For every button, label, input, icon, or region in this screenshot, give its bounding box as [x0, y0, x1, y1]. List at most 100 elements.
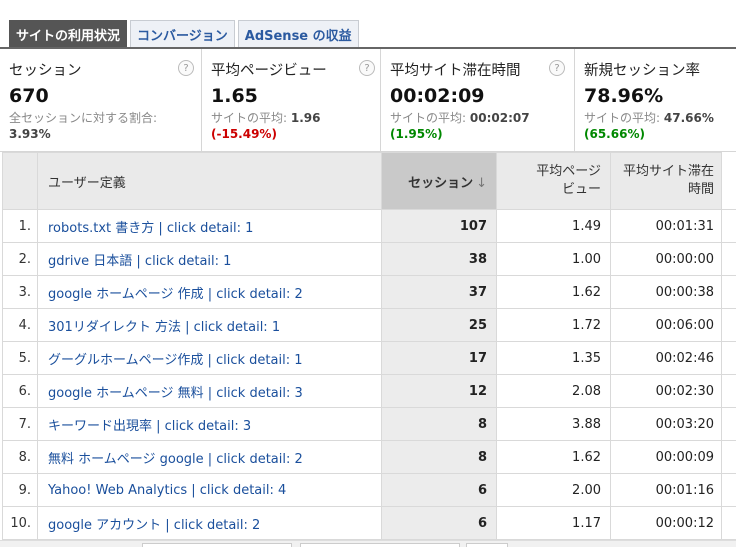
extra-cell	[721, 473, 736, 507]
row-number: 9.	[2, 473, 38, 507]
scorecard-value: 00:02:09	[390, 85, 485, 107]
scorecard-sub: サイトの平均: 47.66%	[584, 111, 714, 125]
rows-per-page-select[interactable]	[300, 543, 460, 547]
row-number: 8.	[2, 440, 38, 474]
row-number: 4.	[2, 308, 38, 342]
pageviews-cell: 3.88	[496, 407, 611, 441]
extra-cell	[721, 308, 736, 342]
table-row: 7. キーワード出現率 | click detail: 3 8 3.88 00:03:2…	[2, 407, 736, 441]
dimension-link[interactable]: gdrive 日本語 | click detail: 1	[48, 254, 231, 269]
scorecard-sub: サイトの平均: 1.96	[211, 111, 321, 125]
row-number-header	[2, 152, 38, 210]
sessions-cell: 12	[381, 374, 497, 408]
tab-adsense-revenue[interactable]: AdSense の収益	[237, 20, 359, 48]
dimension-link[interactable]: 無料 ホームページ google | click detail: 2	[48, 452, 303, 467]
pagination-control[interactable]	[142, 543, 292, 547]
dimension-link[interactable]: google アカウント | click detail: 2	[48, 518, 260, 533]
duration-cell: 00:00:09	[610, 440, 722, 474]
scorecard-sub: サイトの平均: 00:02:07	[390, 111, 530, 125]
dimension-cell: Yahoo! Web Analytics | click detail: 4	[37, 473, 382, 507]
dimension-cell: robots.txt 書き方 | click detail: 1	[37, 209, 382, 243]
dimension-link[interactable]: google ホームページ 作成 | click detail: 2	[48, 287, 303, 302]
scorecard-pct: (1.95%)	[390, 127, 443, 141]
sessions-cell: 6	[381, 506, 497, 540]
scorecard-sessions: セッション 670 全セッションに対する割合: 3.93% ?	[0, 49, 202, 152]
scorecard-pct: 3.93%	[9, 127, 51, 141]
row-number: 5.	[2, 341, 38, 375]
help-icon[interactable]: ?	[359, 60, 375, 76]
duration-cell: 00:00:38	[610, 275, 722, 309]
pageviews-cell: 1.35	[496, 341, 611, 375]
duration-cell: 00:00:12	[610, 506, 722, 540]
duration-cell: 00:01:16	[610, 473, 722, 507]
tab-site-usage[interactable]: サイトの利用状況	[9, 20, 128, 48]
table-row: 10. google アカウント | click detail: 2 6 1.17 00…	[2, 506, 736, 540]
duration-cell: 00:06:00	[610, 308, 722, 342]
row-number: 3.	[2, 275, 38, 309]
pageviews-cell: 2.00	[496, 473, 611, 507]
scorecard-label: 新規セッション率	[584, 63, 700, 79]
table-row: 8. 無料 ホームページ google | click detail: 2 8 1.6…	[2, 440, 736, 474]
sessions-cell: 6	[381, 473, 497, 507]
scorecard-row: セッション 670 全セッションに対する割合: 3.93% ? 平均ページビュー…	[0, 49, 736, 152]
dimension-link[interactable]: google ホームページ 無料 | click detail: 3	[48, 386, 303, 401]
extra-column-header	[721, 152, 736, 210]
pageviews-cell: 1.62	[496, 440, 611, 474]
duration-cell: 00:03:20	[610, 407, 722, 441]
table-row: 2. gdrive 日本語 | click detail: 1 38 1.00 00:0…	[2, 242, 736, 276]
tab-conversions[interactable]: コンバージョン	[130, 20, 235, 48]
scorecard-value: 670	[9, 85, 49, 107]
sessions-cell: 38	[381, 242, 497, 276]
pageviews-cell: 1.49	[496, 209, 611, 243]
dimension-link[interactable]: キーワード出現率 | click detail: 3	[48, 419, 251, 434]
go-to-page-input[interactable]	[466, 543, 508, 547]
dimension-cell: google アカウント | click detail: 2	[37, 506, 382, 540]
row-number: 1.	[2, 209, 38, 243]
scorecard-label: 平均サイト滞在時間	[390, 63, 521, 79]
custom-variable-table: ユーザー定義 セッション ↓ 平均ページ ビュー 平均サイト滞在 時間 1. rob…	[2, 152, 736, 540]
row-number: 2.	[2, 242, 38, 276]
sessions-header[interactable]: セッション ↓	[381, 152, 497, 210]
dimension-link[interactable]: Yahoo! Web Analytics | click detail: 4	[48, 483, 286, 498]
pageviews-cell: 1.00	[496, 242, 611, 276]
scorecard-value: 1.65	[211, 85, 258, 107]
sort-descending-icon: ↓	[476, 175, 487, 191]
extra-cell	[721, 440, 736, 474]
dimension-link[interactable]: グーグルホームページ作成 | click detail: 1	[48, 353, 303, 368]
dimension-cell: google ホームページ 無料 | click detail: 3	[37, 374, 382, 408]
extra-cell	[721, 209, 736, 243]
extra-cell	[721, 242, 736, 276]
report-tabs: サイトの利用状況 コンバージョン AdSense の収益	[9, 20, 359, 48]
table-header-row: ユーザー定義 セッション ↓ 平均ページ ビュー 平均サイト滞在 時間	[2, 152, 736, 210]
scorecard-pct: (65.66%)	[584, 127, 645, 141]
table-row: 4. 301リダイレクト 方法 | click detail: 1 25 1.72 00…	[2, 308, 736, 342]
scorecard-value: 78.96%	[584, 85, 664, 107]
scorecard-label: 平均ページビュー	[211, 63, 327, 79]
pageviews-cell: 1.17	[496, 506, 611, 540]
duration-cell: 00:01:31	[610, 209, 722, 243]
scorecard-sub: 全セッションに対する割合:	[9, 111, 158, 125]
dimension-link[interactable]: 301リダイレクト 方法 | click detail: 1	[48, 320, 280, 335]
duration-header[interactable]: 平均サイト滞在 時間	[610, 152, 722, 210]
pageviews-cell: 1.72	[496, 308, 611, 342]
row-number: 6.	[2, 374, 38, 408]
dimension-header[interactable]: ユーザー定義	[37, 152, 382, 210]
sessions-cell: 8	[381, 407, 497, 441]
dimension-cell: gdrive 日本語 | click detail: 1	[37, 242, 382, 276]
help-icon[interactable]: ?	[549, 60, 565, 76]
pageviews-header[interactable]: 平均ページ ビュー	[496, 152, 611, 210]
dimension-cell: グーグルホームページ作成 | click detail: 1	[37, 341, 382, 375]
bottom-controls-strip	[0, 540, 736, 547]
scorecard-pct: (-15.49%)	[211, 127, 277, 141]
sessions-cell: 37	[381, 275, 497, 309]
extra-cell	[721, 341, 736, 375]
table-row: 9. Yahoo! Web Analytics | click detail: 4…	[2, 473, 736, 507]
table-row: 5. グーグルホームページ作成 | click detail: 1 17 1.35 00…	[2, 341, 736, 375]
extra-cell	[721, 275, 736, 309]
duration-cell: 00:00:00	[610, 242, 722, 276]
table-row: 1. robots.txt 書き方 | click detail: 1 107 1.4…	[2, 209, 736, 243]
help-icon[interactable]: ?	[178, 60, 194, 76]
extra-cell	[721, 407, 736, 441]
duration-cell: 00:02:30	[610, 374, 722, 408]
dimension-link[interactable]: robots.txt 書き方 | click detail: 1	[48, 221, 253, 236]
